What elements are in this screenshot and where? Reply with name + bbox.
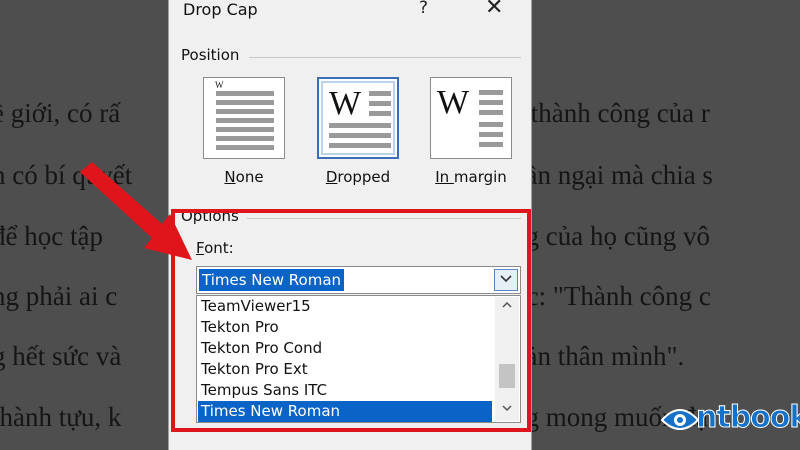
brand-logo: ntbook	[660, 398, 800, 438]
text-line-bar	[216, 145, 274, 150]
text-line-bar	[479, 100, 503, 105]
close-button[interactable]: ✕	[485, 0, 503, 20]
eye-logo-icon	[660, 409, 700, 430]
brand-logo-text: ntbook	[695, 400, 800, 436]
text-line-bar	[369, 111, 391, 116]
text-line-bar	[216, 91, 274, 96]
text-line-bar	[216, 127, 274, 132]
text-line-bar	[479, 142, 503, 147]
position-in-margin-option[interactable]: W	[430, 77, 512, 159]
position-none-option[interactable]: W	[203, 77, 285, 159]
document-text-line: c thành công của r	[512, 98, 710, 128]
text-line-bar	[329, 133, 391, 138]
document-text-line: g hết sức và	[0, 341, 122, 371]
position-group-label: Position	[181, 46, 240, 64]
document-text-line: ng của họ cũng vô	[512, 221, 710, 251]
drop-cap-w-glyph: W	[215, 80, 224, 90]
text-line-bar	[479, 132, 503, 137]
text-line-bar	[216, 100, 274, 105]
drop-cap-w-glyph: W	[437, 84, 470, 121]
text-line-bar	[216, 109, 274, 114]
text-line-bar	[329, 143, 391, 148]
text-line-bar	[216, 136, 274, 141]
position-none-label[interactable]: None	[203, 168, 285, 186]
document-text-line: gần ngại mà chia s	[512, 160, 713, 190]
red-arrow-icon	[80, 162, 192, 260]
highlight-frame	[171, 209, 531, 432]
position-dropped-label[interactable]: Dropped	[309, 168, 407, 186]
document-text-line: bản thân mình".	[512, 341, 685, 371]
text-line-bar	[479, 90, 503, 95]
position-in-margin-label[interactable]: In margin	[421, 168, 521, 186]
position-dropped-option[interactable]: W	[317, 77, 399, 159]
text-line-bar	[479, 122, 503, 127]
drop-cap-w-glyph: W	[329, 85, 362, 122]
text-line-bar	[369, 101, 391, 106]
dialog-title: Drop Cap	[183, 0, 258, 19]
group-divider	[249, 57, 521, 58]
text-line-bar	[216, 118, 274, 123]
document-text-line: ực: "Thành công c	[512, 281, 711, 311]
text-line-bar	[369, 91, 391, 96]
document-text-line: thành tựu, k	[0, 402, 122, 432]
help-button[interactable]: ?	[419, 0, 428, 18]
text-line-bar	[329, 123, 391, 128]
text-line-bar	[479, 110, 503, 115]
document-text-line: ng phải ai c	[0, 281, 118, 311]
document-text-line: ề giới, có rấ	[0, 98, 121, 128]
